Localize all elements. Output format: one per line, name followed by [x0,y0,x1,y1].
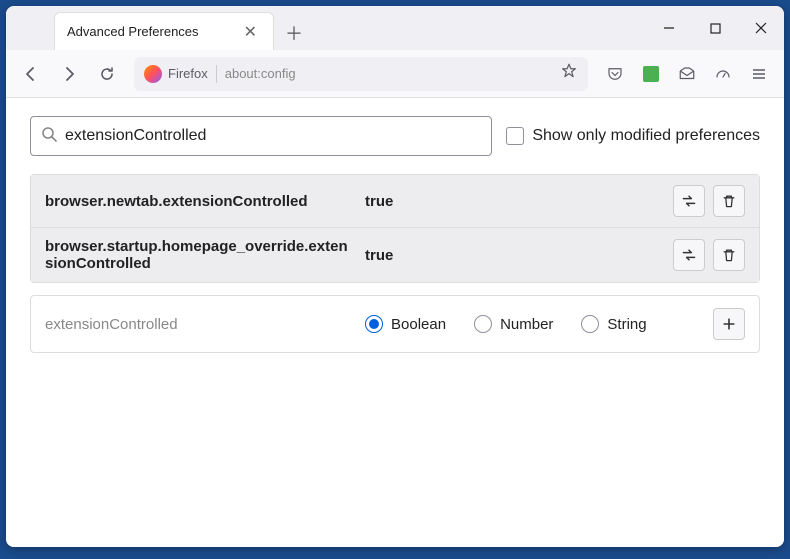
new-pref-row: extensionControlled Boolean Number Strin… [30,295,760,353]
show-modified-checkbox[interactable]: Show only modified preferences [506,127,760,145]
menu-button[interactable] [742,57,776,91]
add-button[interactable] [713,308,745,340]
extension-icon[interactable] [634,57,668,91]
delete-button[interactable] [713,239,745,271]
reload-button[interactable] [90,57,124,91]
back-button[interactable] [14,57,48,91]
search-box[interactable] [30,116,492,156]
navigation-toolbar: Firefox about:config [6,50,784,98]
firefox-logo-icon [144,65,162,83]
titlebar: Advanced Preferences ✕ ＋ [6,6,784,50]
radio-label: Number [500,316,553,333]
pref-value: true [365,247,663,264]
radio-number[interactable]: Number [474,315,553,333]
new-tab-button[interactable]: ＋ [278,16,310,50]
tab-title: Advanced Preferences [67,24,232,39]
url-bar[interactable]: Firefox about:config [134,57,588,91]
checkbox-icon [506,127,524,145]
browser-tab[interactable]: Advanced Preferences ✕ [54,12,274,50]
identity-box[interactable]: Firefox [144,65,208,83]
new-pref-name: extensionControlled [45,316,355,333]
search-icon [41,126,57,147]
radio-icon [581,315,599,333]
close-tab-icon[interactable]: ✕ [240,20,261,44]
about-config-content: Show only modified preferences browser.n… [6,98,784,547]
pref-value: true [365,193,663,210]
maximize-button[interactable] [692,6,738,50]
radio-string[interactable]: String [581,315,646,333]
minimize-button[interactable] [646,6,692,50]
bookmark-star-icon[interactable] [560,62,578,85]
inbox-icon[interactable] [670,57,704,91]
radio-icon [365,315,383,333]
preferences-table: browser.newtab.extensionControlled true … [30,174,760,283]
toggle-button[interactable] [673,239,705,271]
toggle-button[interactable] [673,185,705,217]
identity-label: Firefox [168,66,208,81]
search-input[interactable] [65,127,481,145]
pref-row[interactable]: browser.newtab.extensionControlled true [31,175,759,227]
forward-button[interactable] [52,57,86,91]
checkbox-label-text: Show only modified preferences [532,127,760,145]
separator [216,65,217,83]
delete-button[interactable] [713,185,745,217]
radio-label: Boolean [391,316,446,333]
performance-icon[interactable] [706,57,740,91]
pref-name: browser.newtab.extensionControlled [45,193,355,210]
window-controls [646,6,784,50]
pref-name: browser.startup.homepage_override.extens… [45,238,355,272]
url-text: about:config [225,66,552,81]
radio-boolean[interactable]: Boolean [365,315,446,333]
pocket-icon[interactable] [598,57,632,91]
radio-label: String [607,316,646,333]
close-window-button[interactable] [738,6,784,50]
pref-row[interactable]: browser.startup.homepage_override.extens… [31,227,759,282]
radio-icon [474,315,492,333]
type-radio-group: Boolean Number String [365,315,703,333]
